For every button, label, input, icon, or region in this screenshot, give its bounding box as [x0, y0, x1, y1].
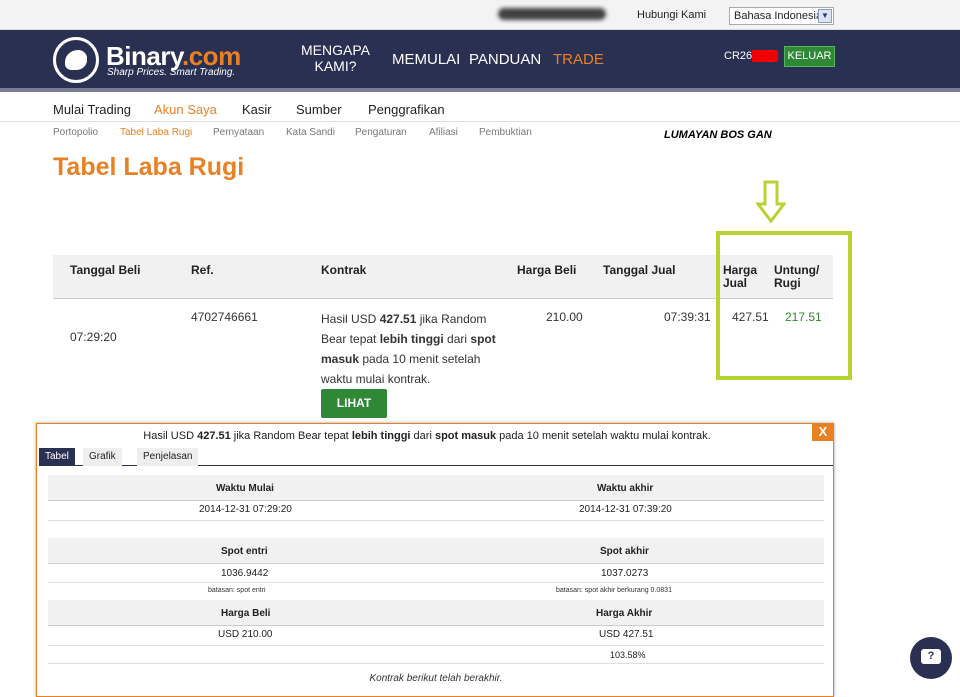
- divider: [48, 582, 824, 583]
- buy-price-label: Harga Beli: [221, 608, 271, 619]
- annotation-caption: LUMAYAN BOS GAN: [664, 129, 772, 141]
- start-time-label: Waktu Mulai: [216, 483, 274, 494]
- contract-mid2: dari: [443, 332, 471, 346]
- tab-affiliate[interactable]: Afiliasi: [429, 127, 458, 138]
- spot-exit-value: 1037.0273: [601, 568, 649, 579]
- account-id: CR26: [724, 50, 779, 63]
- language-select[interactable]: Bahasa Indonesia ▼: [729, 7, 834, 25]
- account-subnav: Mulai Trading Akun Saya Kasir Sumber Pen…: [0, 96, 960, 122]
- buy-time: 07:29:20: [70, 330, 117, 344]
- popup-title-spot: spot masuk: [434, 430, 497, 442]
- tab-explanation[interactable]: Penjelasan: [137, 448, 199, 466]
- view-contract-button[interactable]: LIHAT: [321, 389, 387, 418]
- popup-title: Hasil USD 427.51 jika Random Bear tepat …: [37, 430, 817, 442]
- return-percentage: 103.58%: [610, 650, 646, 660]
- bull-logo-icon[interactable]: [53, 37, 99, 83]
- popup-title-amount: 427.51: [197, 430, 231, 442]
- language-select-value: Bahasa Indonesia: [734, 10, 823, 22]
- spot-entry-label: Spot entri: [221, 546, 268, 557]
- nav-why-us[interactable]: MENGAPA KAMI?: [298, 42, 373, 100]
- time-header-band: Waktu Mulai Waktu akhir: [48, 475, 824, 501]
- spot-exit-label: Spot akhir: [600, 546, 649, 557]
- col-buy-price: Harga Beli: [517, 263, 577, 277]
- account-prefix: CR26: [724, 50, 753, 62]
- brand-tagline: Sharp Prices. Smart Trading.: [107, 67, 236, 78]
- subnav-my-account[interactable]: Akun Saya: [154, 102, 217, 117]
- highlight-box: [716, 231, 852, 380]
- contract-ended-note: Kontrak berikut telah berakhir.: [369, 673, 503, 684]
- close-button[interactable]: X: [812, 423, 834, 441]
- tab-chart[interactable]: Grafik: [83, 448, 122, 466]
- buy-price: 210.00: [546, 310, 583, 324]
- sell-time: 07:39:31: [664, 310, 711, 324]
- chevron-down-icon[interactable]: ▼: [818, 9, 832, 23]
- spot-header-band: Spot entri Spot akhir: [48, 538, 824, 564]
- col-contract: Kontrak: [321, 263, 367, 277]
- popup-title-mid2: dari: [410, 430, 435, 442]
- subnav-cashier[interactable]: Kasir: [242, 102, 272, 117]
- end-price-label: Harga Akhir: [596, 608, 653, 619]
- tab-statement[interactable]: Pernyataan: [213, 127, 264, 138]
- ref-number: 4702746661: [191, 310, 258, 324]
- divider: [48, 520, 824, 521]
- col-sell-date: Tanggal Jual: [603, 263, 676, 277]
- account-redaction: [752, 50, 779, 63]
- logout-button[interactable]: KELUAR: [784, 46, 835, 67]
- help-chat-button[interactable]: ?: [910, 637, 952, 679]
- col-buy-date: Tanggal Beli: [70, 263, 141, 277]
- buy-price-value: USD 210.00: [218, 629, 273, 640]
- price-header-band: Harga Beli Harga Akhir: [48, 600, 824, 626]
- spot-entry-value: 1036.9442: [221, 568, 269, 579]
- tab-portfolio[interactable]: Portopolio: [53, 127, 98, 138]
- col-ref: Ref.: [191, 263, 214, 277]
- contract-details-popup: Hasil USD 427.51 jika Random Bear tepat …: [36, 423, 834, 697]
- tab-password[interactable]: Kata Sandi: [286, 127, 335, 138]
- exit-barrier-note: batasan: spot akhir berkurang 0.0831: [556, 587, 672, 594]
- redacted-username: [498, 8, 606, 20]
- end-time-value: 2014-12-31 07:39:20: [579, 504, 672, 515]
- contract-description: Hasil USD 427.51 jika Random Bear tepat …: [321, 309, 506, 389]
- end-price-value: USD 427.51: [599, 629, 654, 640]
- contract-amount: 427.51: [379, 312, 417, 326]
- arrow-down-icon: [756, 180, 786, 224]
- popup-title-higher: lebih tinggi: [351, 430, 411, 442]
- popup-title-mid1: jika Random Bear tepat: [230, 430, 352, 442]
- contact-link[interactable]: Hubungi Kami: [637, 9, 706, 21]
- tab-authentication[interactable]: Pembuktian: [479, 127, 532, 138]
- top-utility-bar: Hubungi Kami Bahasa Indonesia ▼: [0, 0, 960, 30]
- tab-table[interactable]: Tabel: [39, 448, 75, 466]
- contract-higher: lebih tinggi: [379, 332, 444, 346]
- popup-title-pre: Hasil USD: [143, 430, 198, 442]
- subnav-resources[interactable]: Sumber: [296, 102, 342, 117]
- main-header: Binary.com Sharp Prices. Smart Trading. …: [0, 30, 960, 92]
- end-time-label: Waktu akhir: [597, 483, 654, 494]
- popup-title-post: pada 10 menit setelah waktu mulai kontra…: [496, 430, 711, 442]
- tab-profit-table[interactable]: Tabel Laba Rugi: [120, 127, 192, 138]
- tab-settings[interactable]: Pengaturan: [355, 127, 407, 138]
- page-title: Tabel Laba Rugi: [53, 153, 245, 181]
- subnav-charting[interactable]: Penggrafikan: [368, 102, 445, 117]
- contract-pre: Hasil USD: [321, 312, 380, 326]
- start-time-value: 2014-12-31 07:29:20: [199, 504, 292, 515]
- subnav-start-trading[interactable]: Mulai Trading: [53, 102, 131, 117]
- chat-bubble-icon: ?: [921, 649, 941, 664]
- divider: [48, 645, 824, 646]
- popup-tabs: Tabel Grafik Penjelasan: [39, 448, 833, 466]
- divider: [48, 663, 824, 664]
- entry-barrier-note: batasan: spot entri: [208, 587, 266, 594]
